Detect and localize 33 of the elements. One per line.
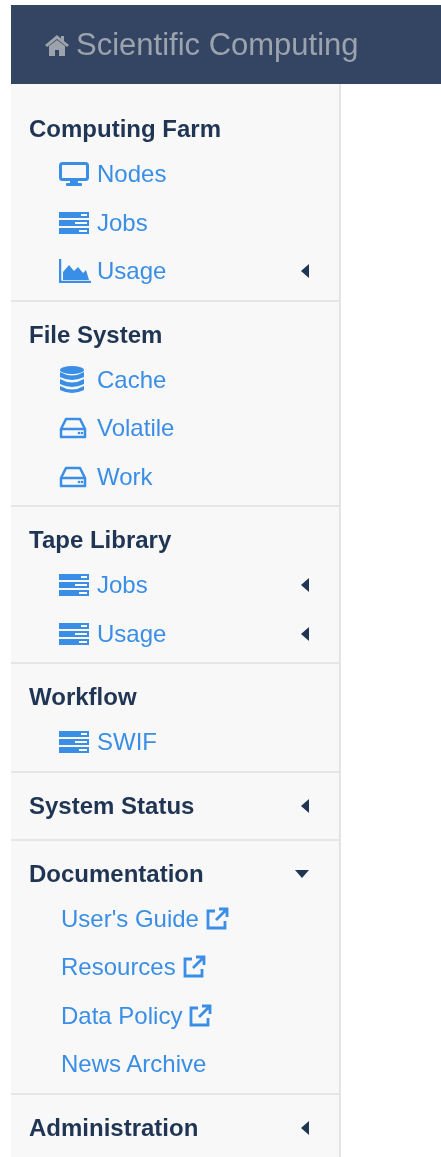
sidebar-link[interactable]: Jobs [11,561,339,610]
sidebar-link[interactable]: Work [11,452,339,501]
sidebar-link[interactable]: Resources [11,943,339,992]
sidebar-link[interactable]: User's Guide [11,894,339,943]
hard-drive-icon [59,417,87,440]
database-icon [59,365,85,394]
sidebar-link[interactable]: Usage [11,247,339,296]
external-link-icon [181,955,206,980]
section-heading[interactable]: Computing Farm [11,112,339,146]
sidebar-link[interactable]: Volatile [11,404,339,453]
external-link-icon [204,906,229,931]
section-heading[interactable]: Administration [11,1110,339,1145]
server-icon [59,622,89,645]
hard-drive-icon [59,465,87,488]
section-heading[interactable]: System Status [11,788,339,823]
sidebar-link[interactable]: News Archive [11,1040,339,1089]
server-icon [59,211,89,234]
section-heading[interactable]: Workflow [11,680,339,714]
section-heading[interactable]: Documentation [11,856,339,891]
section-heading[interactable]: Tape Library [11,523,339,557]
server-icon [59,574,89,597]
area-chart-icon [59,259,91,284]
sidebar-link[interactable]: Jobs [11,198,339,247]
home-icon [44,33,70,56]
external-link-icon [188,1003,213,1028]
sidebar-link[interactable]: Cache [11,355,339,404]
sidebar-link[interactable]: Usage [11,609,339,658]
monitor-icon [59,162,89,187]
sidebar-link[interactable]: Nodes [11,150,339,199]
sidebar-link[interactable]: Data Policy [11,991,339,1040]
server-icon [59,731,89,754]
section-heading[interactable]: File System [11,317,339,352]
sidebar-link[interactable]: SWIF [11,718,339,767]
